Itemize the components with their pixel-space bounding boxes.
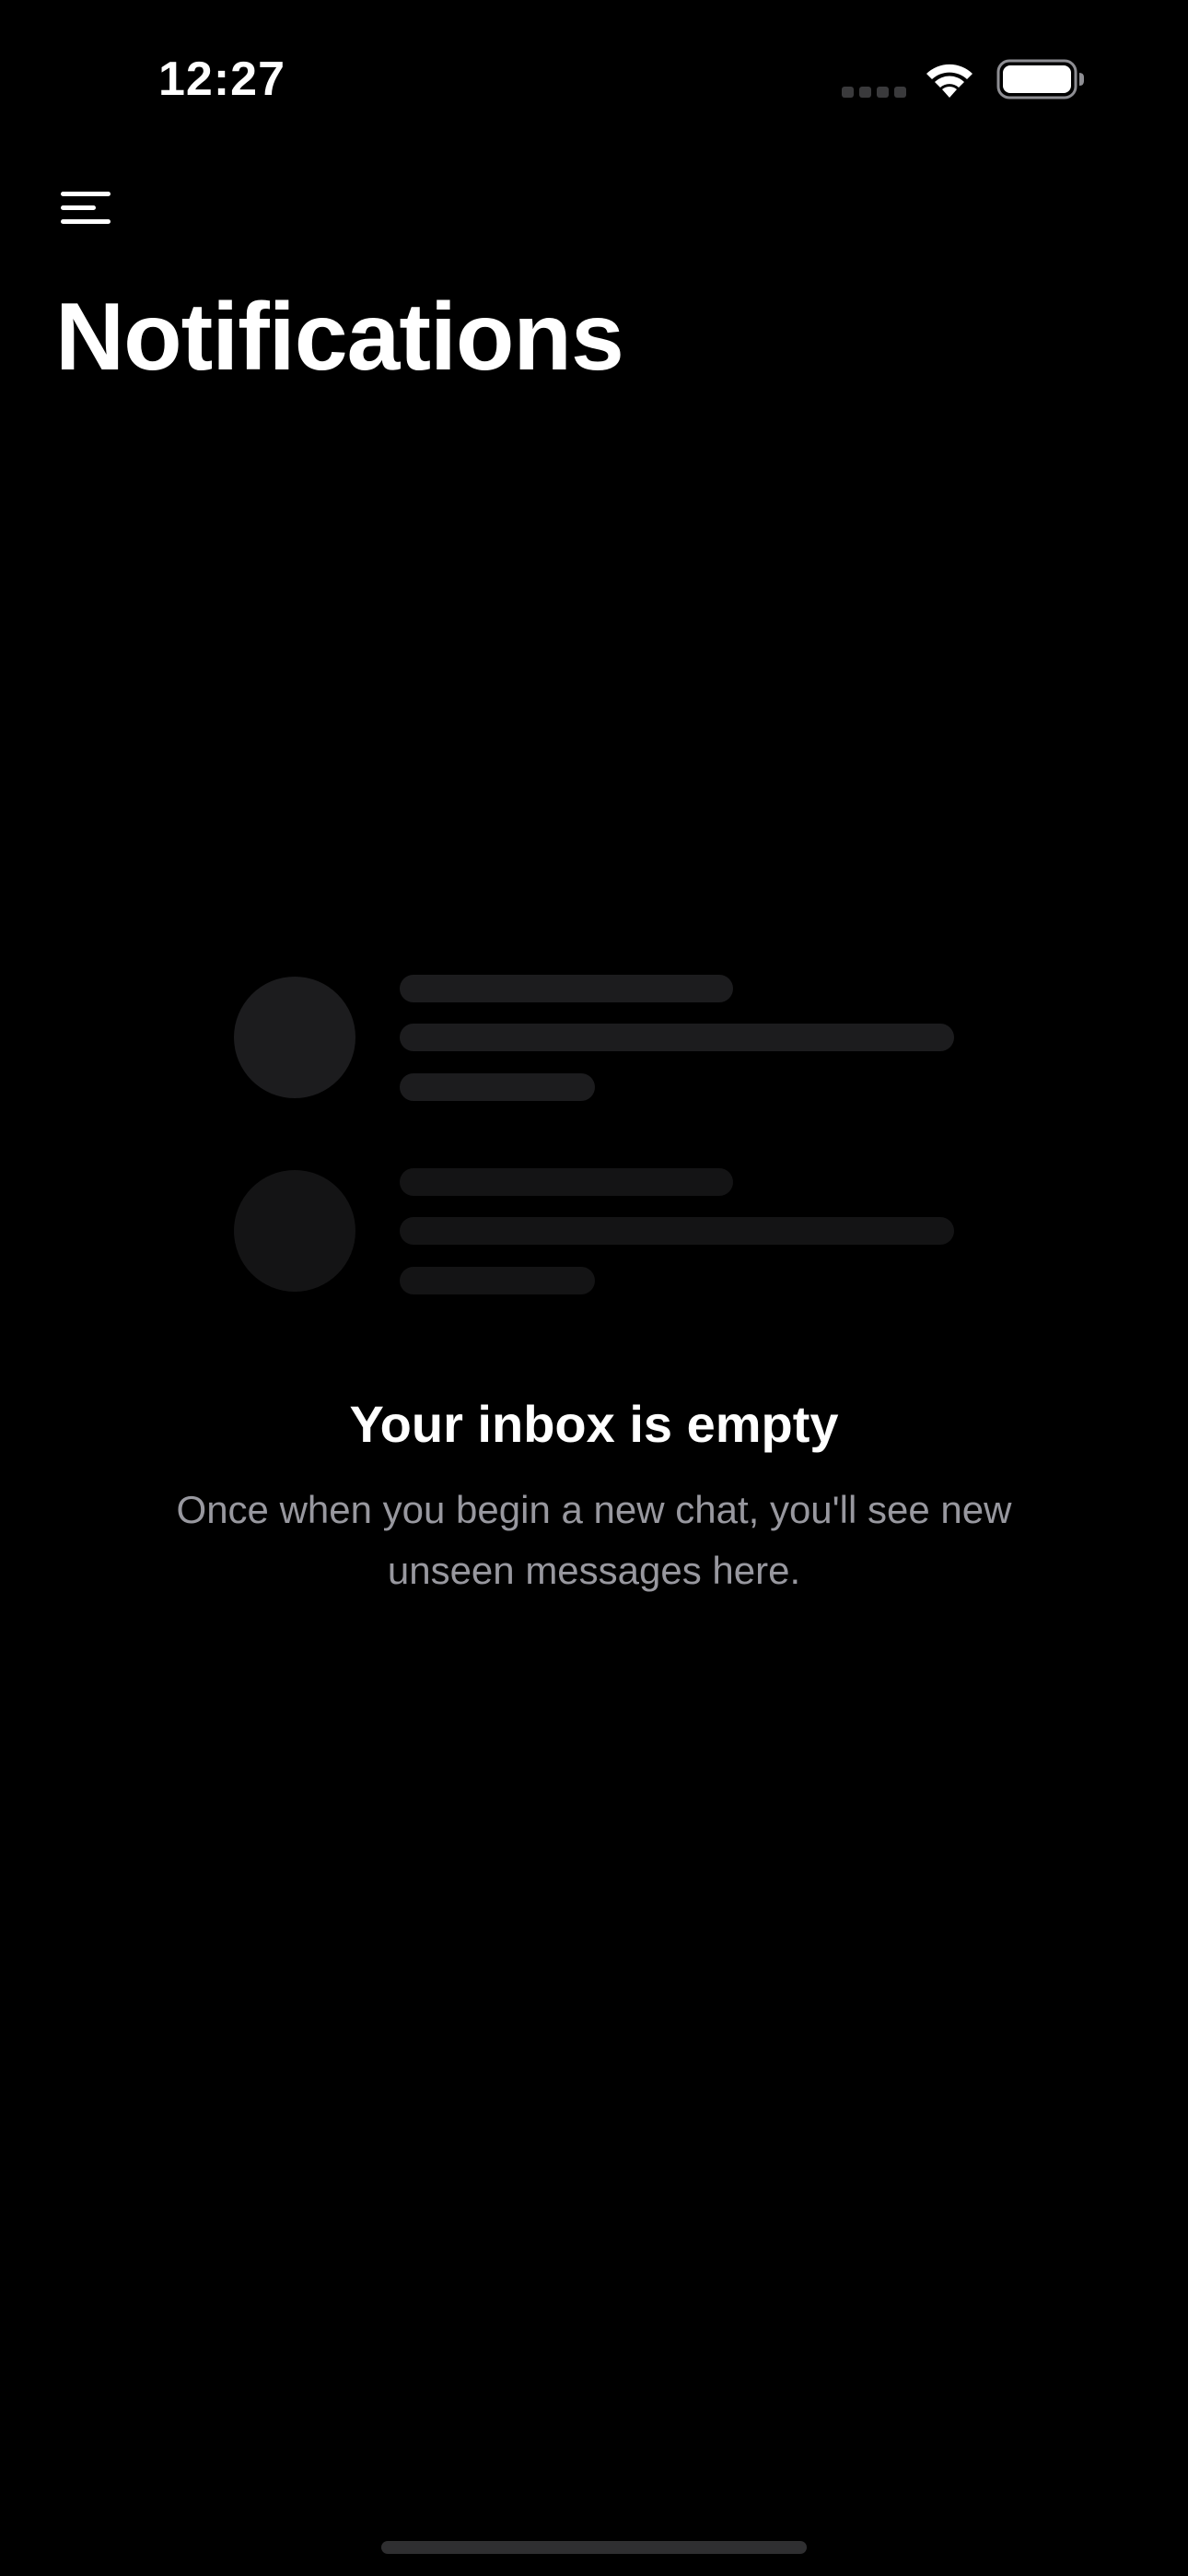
hamburger-menu-icon (61, 192, 111, 224)
placeholder-line (400, 1168, 733, 1196)
battery-icon (996, 59, 1084, 100)
placeholder-line (400, 1267, 595, 1294)
status-time: 12:27 (158, 53, 285, 106)
menu-button[interactable] (55, 181, 120, 236)
placeholder-avatar (234, 977, 355, 1098)
wifi-icon (926, 64, 973, 98)
page-title: Notifications (55, 284, 624, 391)
home-indicator[interactable] (381, 2541, 807, 2554)
placeholder-line (400, 1217, 954, 1245)
empty-state-subtitle: Once when you begin a new chat, you'll s… (176, 1488, 1012, 1592)
status-bar: 12:27 (0, 0, 1188, 157)
placeholder-avatar (234, 1170, 355, 1292)
placeholder-line (400, 1073, 595, 1101)
empty-state-title: Your inbox is empty (349, 1395, 839, 1453)
placeholder-line (400, 975, 733, 1002)
cellular-signal-icon (842, 87, 906, 98)
placeholder-line (400, 1024, 954, 1051)
